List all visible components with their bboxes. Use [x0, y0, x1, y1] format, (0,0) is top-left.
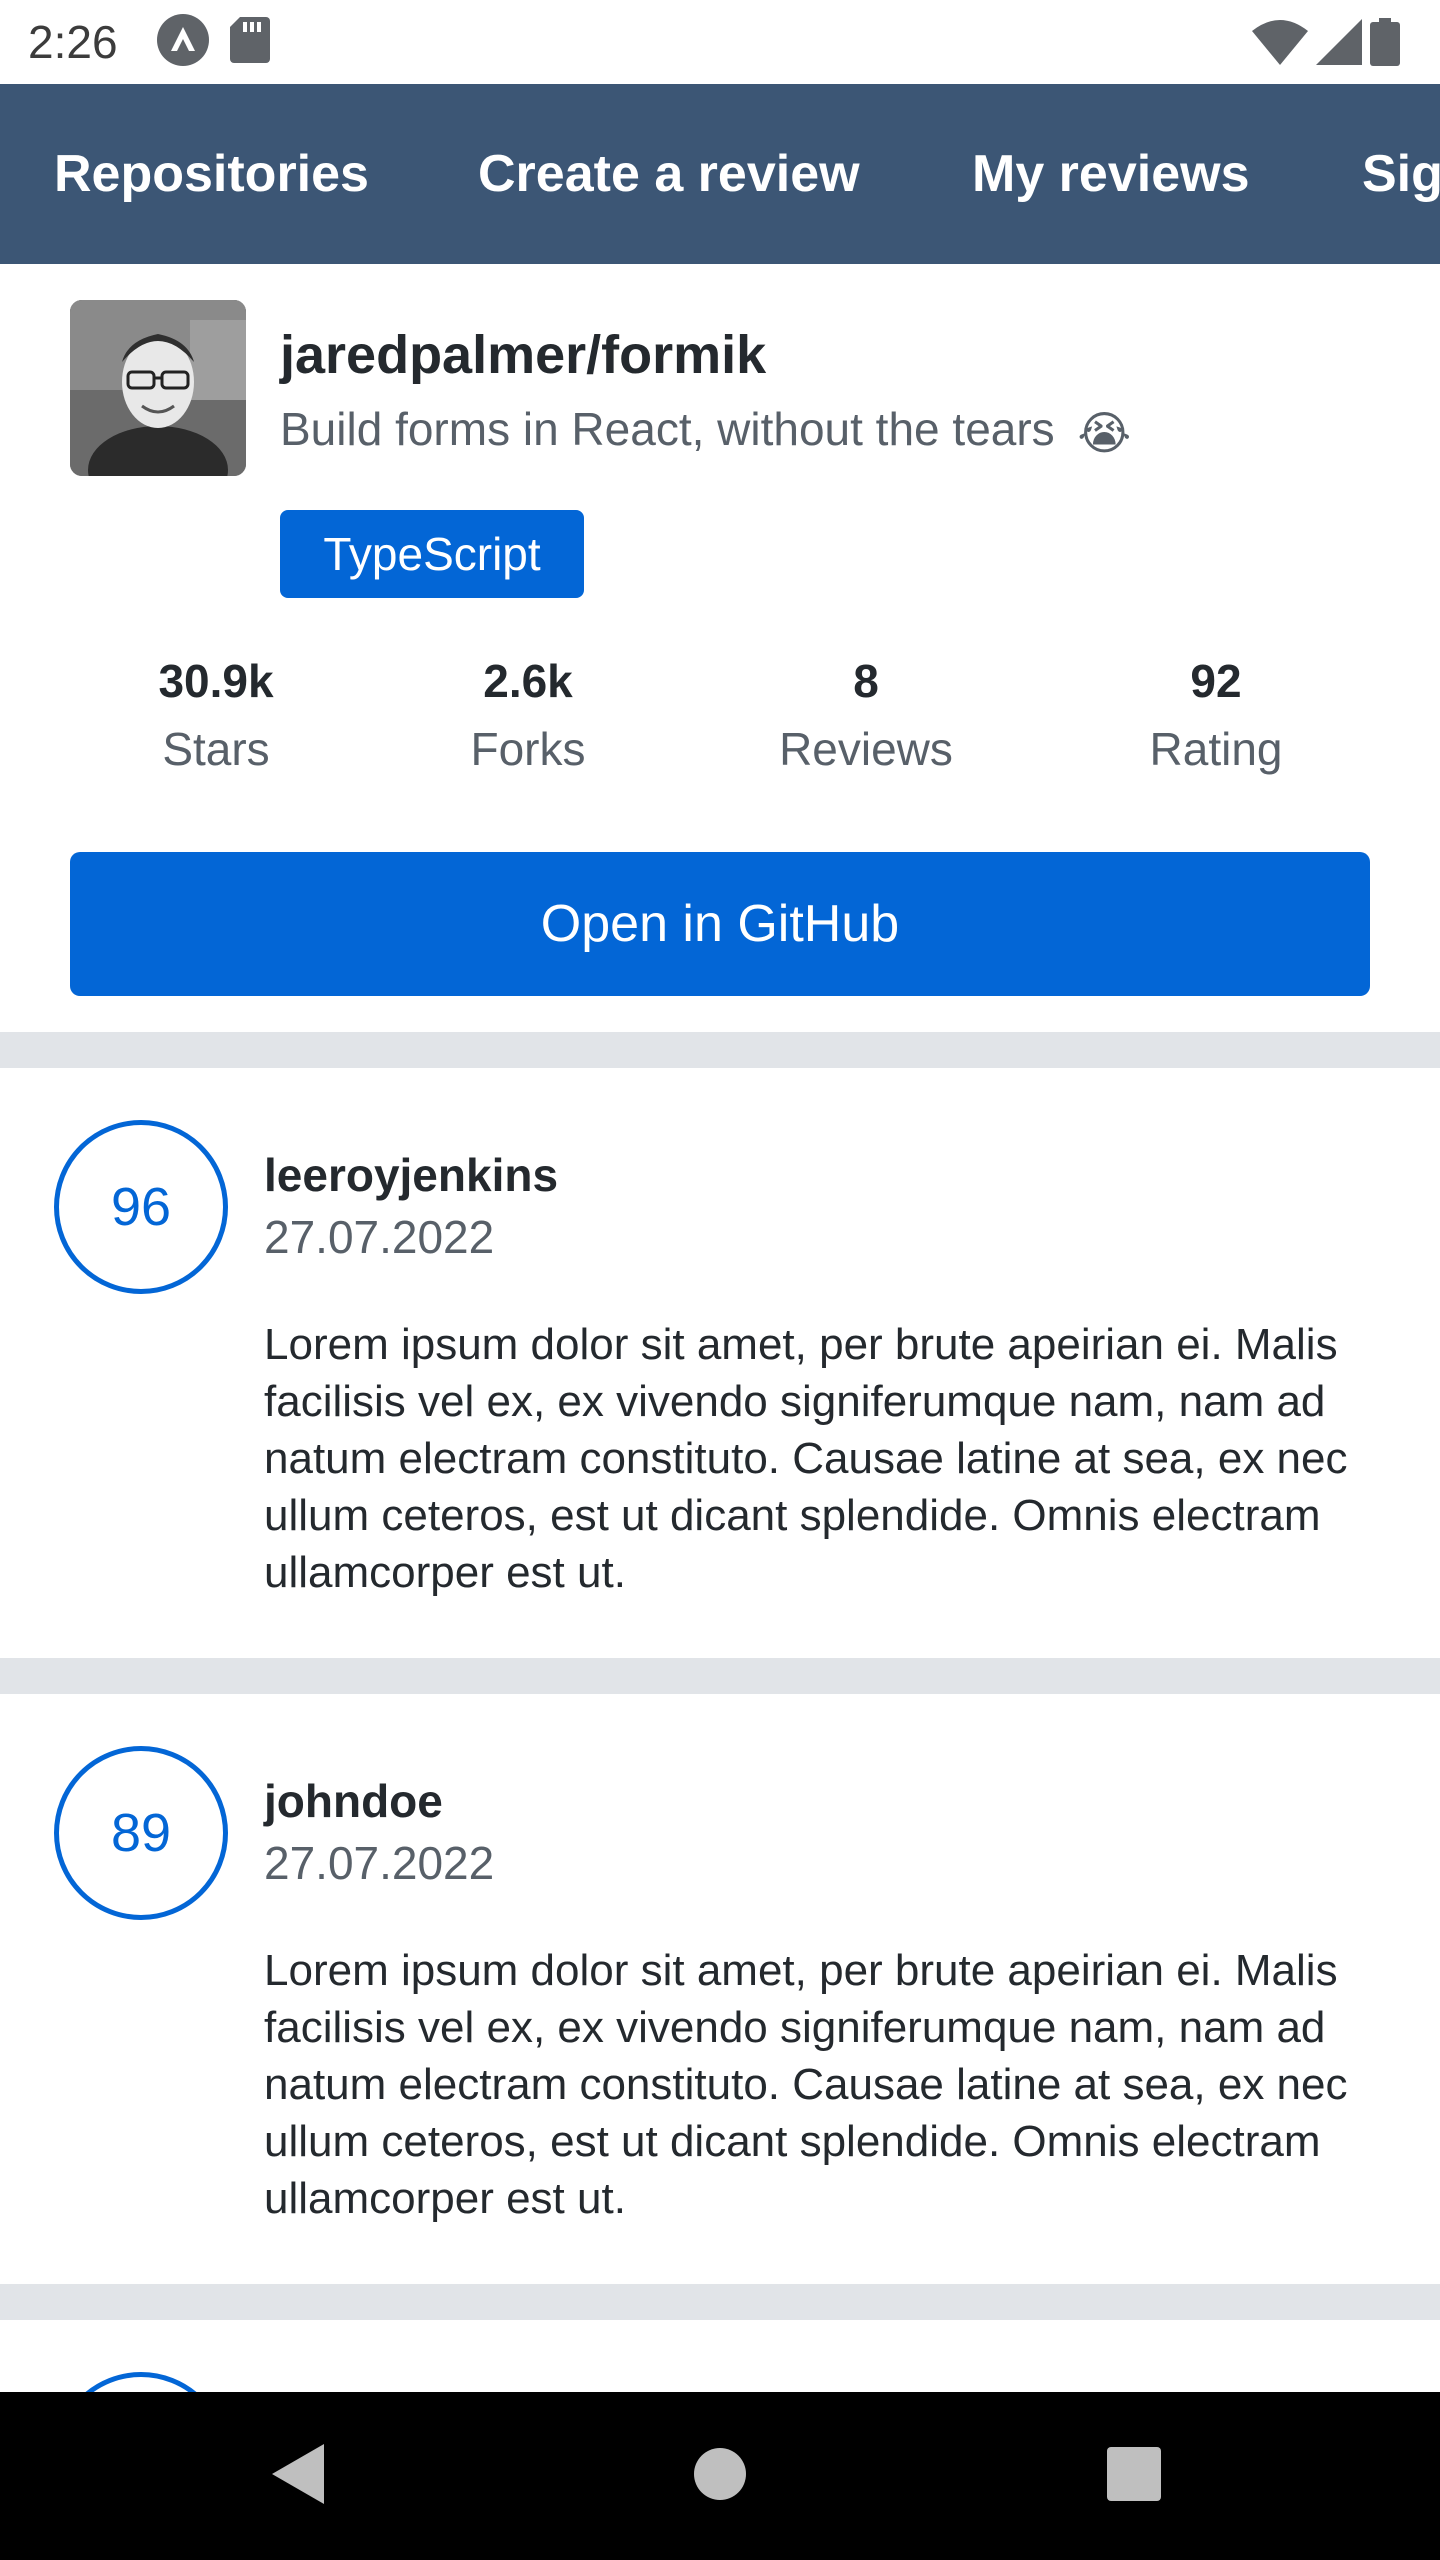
stat-stars-label: Stars: [162, 723, 270, 775]
review-username: leeroyjenkins: [264, 1149, 559, 1201]
language-badge: TypeScript: [280, 510, 584, 598]
repository-description: Build forms in React, without the tears …: [280, 402, 1131, 460]
review-item: 96 leeroyjenkins 27.07.2022 Lorem ipsum …: [0, 1068, 1440, 1658]
top-tab-bar: Repositories Create a review My reviews …: [0, 84, 1440, 264]
stat-rating-label: Rating: [1149, 723, 1283, 775]
back-button[interactable]: [216, 2392, 384, 2560]
repository-card: jaredpalmer/formik Build forms in React,…: [0, 264, 1440, 1034]
status-left-icons: [156, 13, 270, 72]
review-item-partial: [0, 2320, 1440, 2392]
home-icon: [693, 2447, 747, 2506]
tab-sign[interactable]: Sig: [1362, 84, 1440, 264]
stat-reviews-label: Reviews: [779, 723, 953, 775]
owner-avatar: [70, 300, 246, 476]
stat-rating-value: 92: [1190, 655, 1242, 707]
review-rating-value: 89: [110, 1803, 172, 1863]
repository-description-text: Build forms in React, without the tears: [280, 403, 1055, 455]
review-item: 89 johndoe 27.07.2022 Lorem ipsum dolor …: [0, 1694, 1440, 2284]
stat-stars: 30.9k Stars: [124, 654, 308, 776]
stat-rating: 92 Rating: [1116, 654, 1316, 776]
separator: [0, 2284, 1440, 2320]
separator: [0, 1032, 1440, 1068]
stat-stars-value: 30.9k: [158, 655, 274, 707]
app-screen: 2:26 Repositories Create a review My rev…: [0, 0, 1440, 2560]
app-notification-icon: [156, 13, 210, 72]
recents-button[interactable]: [1050, 2392, 1218, 2560]
wifi-icon: [1252, 19, 1308, 70]
review-rating-circle: 89: [54, 1746, 228, 1920]
stat-reviews-value: 8: [853, 655, 879, 707]
status-bar: 2:26: [0, 0, 1440, 84]
tab-my-reviews[interactable]: My reviews: [972, 84, 1250, 264]
review-date: 27.07.2022: [264, 1211, 495, 1263]
battery-icon: [1370, 18, 1400, 71]
stat-reviews: 8 Reviews: [756, 654, 976, 776]
home-button[interactable]: [636, 2392, 804, 2560]
review-rating-circle: [54, 2372, 228, 2392]
sd-card-icon: [229, 16, 270, 68]
crying-face-icon: 😭: [1077, 406, 1132, 459]
review-text: Lorem ipsum dolor sit amet, per brute ap…: [264, 1946, 1348, 2223]
stat-forks-value: 2.6k: [483, 655, 573, 707]
status-time: 2:26: [28, 16, 118, 68]
open-in-github-button[interactable]: Open in GitHub: [70, 852, 1370, 996]
repository-name: jaredpalmer/formik: [280, 325, 767, 385]
tab-create-review[interactable]: Create a review: [478, 84, 860, 264]
signal-icon: [1316, 19, 1362, 70]
recents-icon: [1107, 2446, 1161, 2506]
back-icon: [272, 2443, 328, 2509]
status-right-icons: [1252, 18, 1400, 71]
stat-forks-label: Forks: [470, 723, 586, 775]
system-navigation-bar: [0, 2392, 1440, 2560]
separator: [0, 1658, 1440, 1694]
tab-repositories[interactable]: Repositories: [54, 84, 369, 264]
review-username: johndoe: [264, 1775, 443, 1827]
review-date: 27.07.2022: [264, 1837, 495, 1889]
review-rating-value: 96: [110, 1177, 172, 1237]
review-rating-circle: 96: [54, 1120, 228, 1294]
review-text: Lorem ipsum dolor sit amet, per brute ap…: [264, 1320, 1348, 1597]
stat-forks: 2.6k Forks: [436, 654, 620, 776]
